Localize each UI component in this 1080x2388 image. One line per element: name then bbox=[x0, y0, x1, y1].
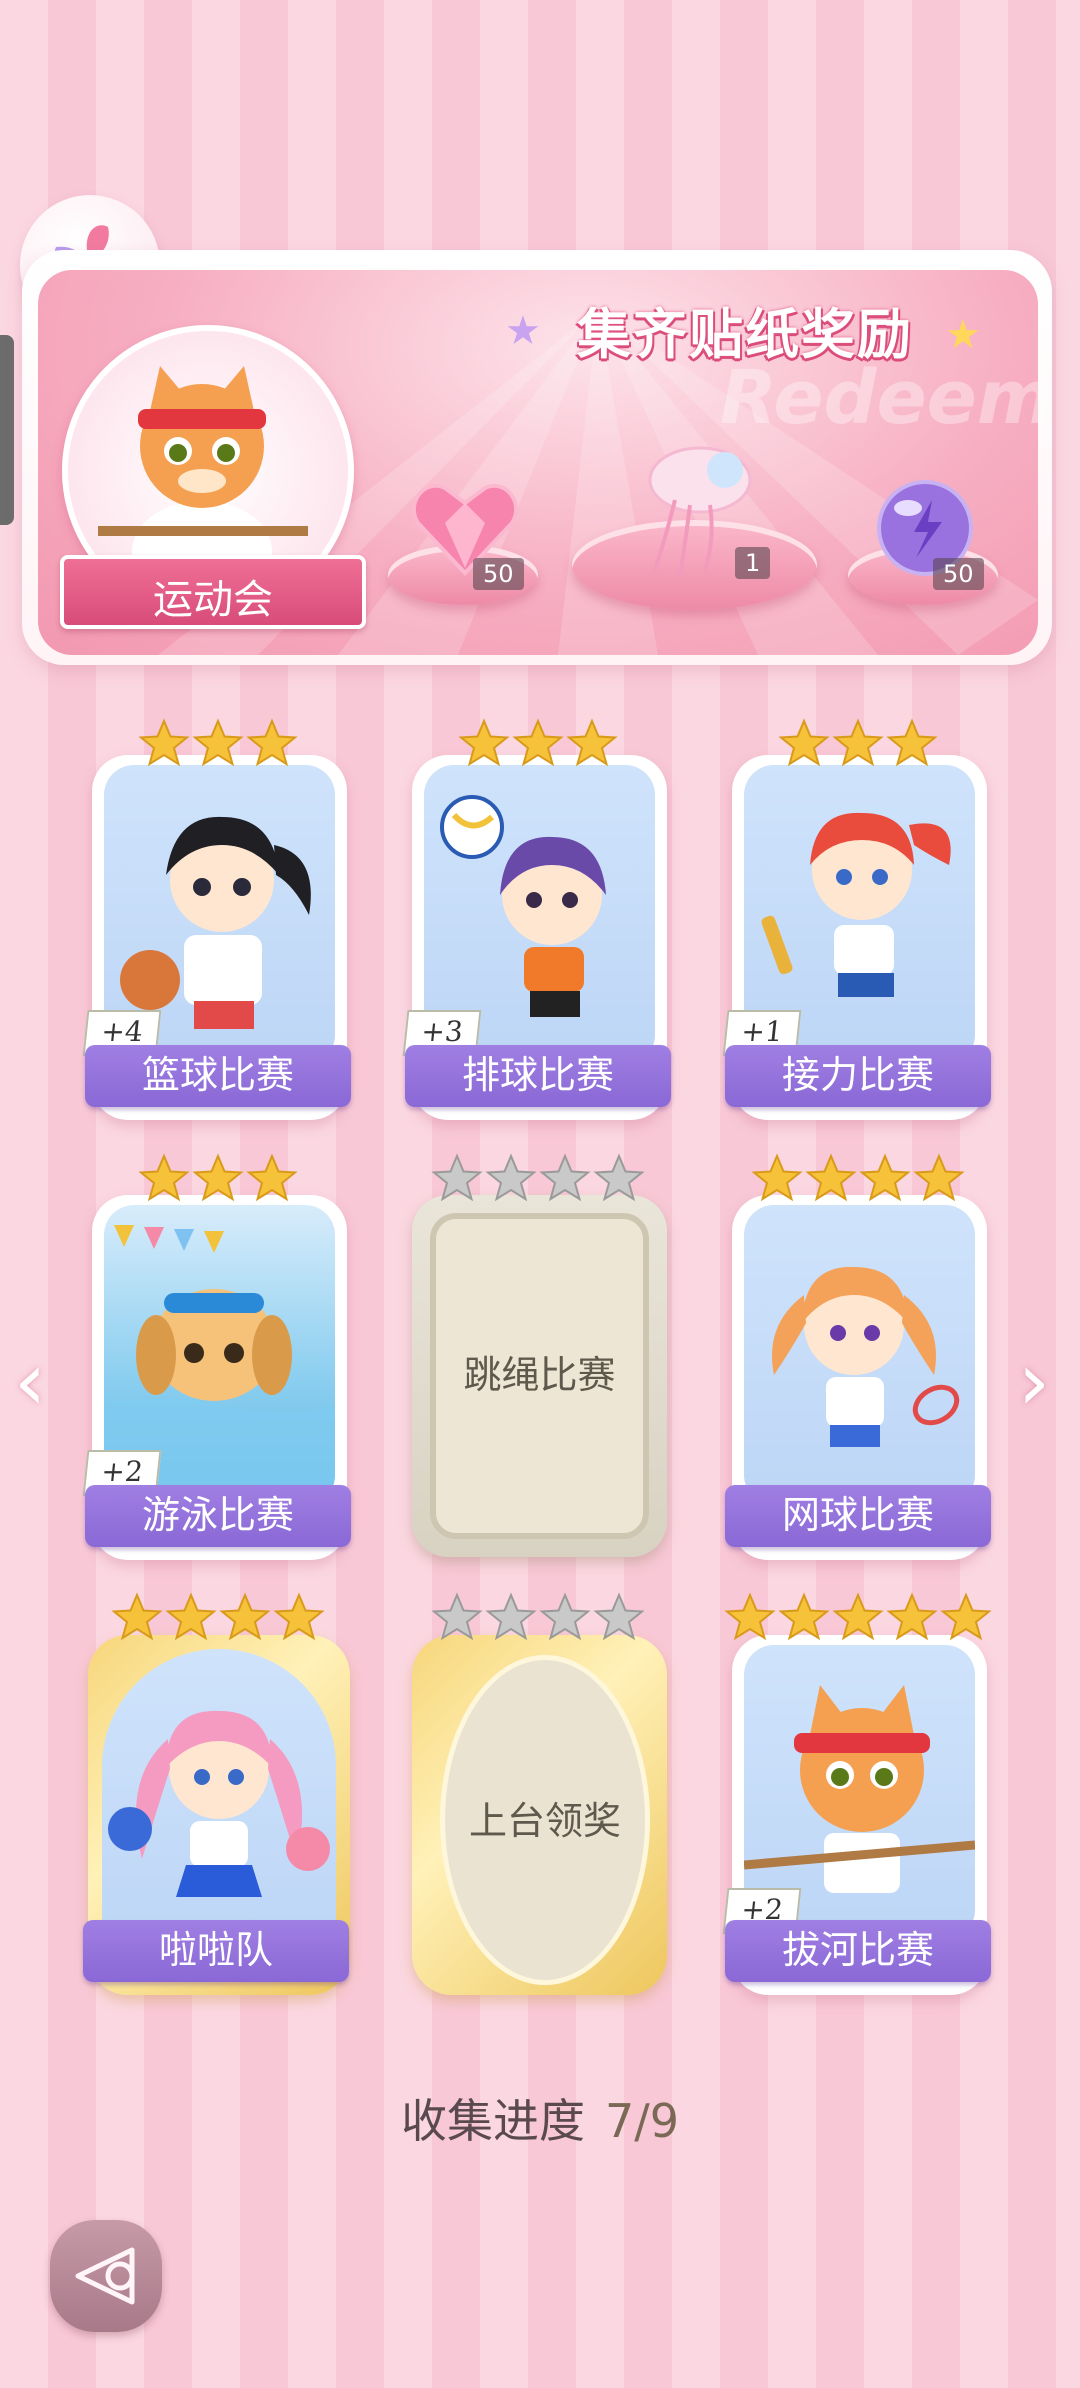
star-rating bbox=[431, 1592, 645, 1644]
banner-title: 集齐贴纸奖励 bbox=[577, 303, 913, 366]
star-icon bbox=[859, 1153, 911, 1202]
star-icon bbox=[724, 1592, 776, 1641]
sticker-label: 网球比赛 bbox=[725, 1485, 991, 1547]
star-rating bbox=[778, 718, 938, 770]
sticker-art bbox=[102, 1649, 336, 1949]
sticker-label: 游泳比赛 bbox=[85, 1485, 351, 1547]
sticker-label: 啦啦队 bbox=[83, 1920, 349, 1982]
cheerleader-girl-icon bbox=[108, 1710, 330, 1897]
next-page-arrow-icon[interactable]: › bbox=[1018, 1335, 1050, 1428]
progress-label: 收集进度 bbox=[400, 2094, 585, 2148]
star-icon bbox=[805, 1153, 857, 1202]
star-rating bbox=[138, 1153, 298, 1205]
star-icon bbox=[566, 718, 618, 767]
star-rating bbox=[724, 1592, 992, 1644]
star-icon bbox=[246, 1153, 298, 1202]
previous-page-arrow-icon[interactable]: ‹ bbox=[14, 1335, 46, 1428]
back-button[interactable] bbox=[50, 2220, 162, 2332]
star-icon bbox=[512, 718, 564, 767]
sticker-label: 接力比赛 bbox=[725, 1045, 991, 1107]
reward-quantity: 50 bbox=[473, 558, 524, 590]
star-icon bbox=[431, 1592, 483, 1641]
locked-sticker-slot: 跳绳比赛 bbox=[430, 1213, 649, 1539]
star-icon bbox=[485, 1153, 537, 1202]
star-icon bbox=[192, 718, 244, 767]
sticker-label: 上台领奖 bbox=[468, 1799, 621, 1843]
star-icon bbox=[778, 718, 830, 767]
event-name-ribbon: 运动会 bbox=[60, 555, 366, 629]
locked-sticker-slot: 上台领奖 bbox=[440, 1655, 650, 1985]
star-icon bbox=[539, 1153, 591, 1202]
star-icon bbox=[778, 1592, 830, 1641]
star-icon bbox=[111, 1592, 163, 1641]
star-icon bbox=[832, 1592, 884, 1641]
reward-quantity: 50 bbox=[933, 558, 984, 590]
star-icon bbox=[886, 718, 938, 767]
star-icon bbox=[913, 1153, 965, 1202]
star-icon bbox=[219, 1592, 271, 1641]
sticker-label: 篮球比赛 bbox=[85, 1045, 351, 1107]
star-icon bbox=[246, 718, 298, 767]
star-icon bbox=[138, 718, 190, 767]
star-icon bbox=[832, 718, 884, 767]
star-icon bbox=[940, 1592, 992, 1641]
star-rating bbox=[111, 1592, 325, 1644]
star-icon bbox=[273, 1592, 325, 1641]
star-icon bbox=[485, 1592, 537, 1641]
sticker-label: 跳绳比赛 bbox=[463, 1353, 616, 1397]
side-drawer-handle[interactable] bbox=[0, 335, 14, 525]
sticker-card-jump-rope-locked[interactable]: 跳绳比赛 bbox=[412, 1195, 667, 1557]
sparkle-star-icon: ★ bbox=[505, 308, 541, 354]
star-rating bbox=[751, 1153, 965, 1205]
star-rating bbox=[431, 1153, 645, 1205]
collection-progress: 收集进度 7/9 bbox=[0, 2085, 1080, 2151]
sticker-label: 拔河比赛 bbox=[725, 1920, 991, 1982]
star-icon bbox=[751, 1153, 803, 1202]
star-icon bbox=[886, 1592, 938, 1641]
sparkle-star-icon: ★ bbox=[945, 312, 981, 358]
star-icon bbox=[593, 1153, 645, 1202]
star-rating bbox=[458, 718, 618, 770]
star-icon bbox=[431, 1153, 483, 1202]
sticker-label: 排球比赛 bbox=[405, 1045, 671, 1107]
star-rating bbox=[138, 718, 298, 770]
tennis-girl-icon bbox=[772, 1266, 960, 1447]
sticker-card-award-locked[interactable]: 上台领奖 bbox=[412, 1635, 667, 1995]
star-icon bbox=[593, 1592, 645, 1641]
back-arrow-icon bbox=[75, 2247, 135, 2305]
reward-quantity: 1 bbox=[735, 547, 771, 579]
star-icon bbox=[458, 718, 510, 767]
progress-value: 7/9 bbox=[604, 2094, 680, 2148]
sticker-art bbox=[744, 1205, 975, 1505]
star-icon bbox=[165, 1592, 217, 1641]
star-icon bbox=[192, 1153, 244, 1202]
star-icon bbox=[539, 1592, 591, 1641]
star-icon bbox=[138, 1153, 190, 1202]
